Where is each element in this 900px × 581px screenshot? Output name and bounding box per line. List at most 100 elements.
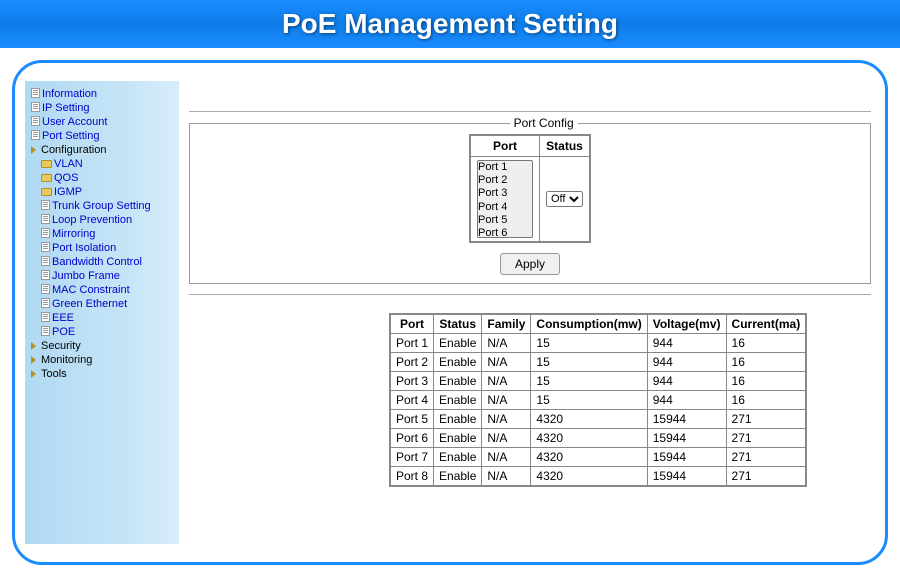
document-icon (31, 88, 40, 98)
sidebar-item-qos[interactable]: QOS (29, 171, 175, 185)
table-cell: 944 (647, 391, 726, 410)
table-cell: 16 (726, 353, 806, 372)
config-wrap: Port Status Port 1Port 2Port 3Port 4Port… (190, 134, 870, 243)
port-option[interactable]: Port 1 (478, 161, 532, 174)
sidebar-item-port-setting[interactable]: Port Setting (29, 129, 175, 143)
sidebar-item-loop-prevention[interactable]: Loop Prevention (29, 213, 175, 227)
sidebar-item-label: Port Setting (42, 130, 99, 142)
sidebar-item-trunk-group-setting[interactable]: Trunk Group Setting (29, 199, 175, 213)
sidebar-item-tools[interactable]: Tools (29, 367, 175, 381)
document-icon (41, 214, 50, 224)
cfg-port-header: Port (470, 135, 540, 157)
expand-icon (31, 370, 36, 378)
table-cell: 15 (531, 353, 647, 372)
sidebar-item-ip-setting[interactable]: IP Setting (29, 101, 175, 115)
expand-icon (31, 356, 36, 364)
table-cell: 15 (531, 372, 647, 391)
sidebar-item-label: Green Ethernet (52, 298, 127, 310)
status-select[interactable]: Off (546, 191, 583, 207)
table-cell: Enable (434, 353, 482, 372)
document-icon (41, 200, 50, 210)
sidebar-item-poe[interactable]: POE (29, 325, 175, 339)
sidebar-item-igmp[interactable]: IGMP (29, 185, 175, 199)
sidebar-item-label: Security (41, 340, 81, 352)
table-cell: Enable (434, 429, 482, 448)
data-table-header: Family (482, 314, 531, 334)
sidebar-item-user-account[interactable]: User Account (29, 115, 175, 129)
document-icon (41, 242, 50, 252)
sidebar-item-label: Jumbo Frame (52, 270, 120, 282)
table-cell: Enable (434, 334, 482, 353)
sidebar-item-label: Loop Prevention (52, 214, 132, 226)
port-option[interactable]: Port 3 (478, 187, 532, 200)
port-list-select[interactable]: Port 1Port 2Port 3Port 4Port 5Port 6 (477, 160, 533, 238)
sidebar-item-monitoring[interactable]: Monitoring (29, 353, 175, 367)
sidebar-item-security[interactable]: Security (29, 339, 175, 353)
folder-icon (41, 174, 52, 182)
sidebar-item-label: Configuration (41, 144, 106, 156)
sidebar-item-label: Monitoring (41, 354, 92, 366)
page-header: PoE Management Setting (0, 0, 900, 48)
table-cell: N/A (482, 372, 531, 391)
document-icon (41, 284, 50, 294)
config-table: Port Status Port 1Port 2Port 3Port 4Port… (469, 134, 591, 243)
table-cell: N/A (482, 448, 531, 467)
table-cell: Port 4 (390, 391, 434, 410)
table-row: Port 5EnableN/A432015944271 (390, 410, 806, 429)
page-title: PoE Management Setting (282, 8, 618, 39)
port-option[interactable]: Port 2 (478, 174, 532, 187)
table-cell: 4320 (531, 448, 647, 467)
table-cell: 16 (726, 391, 806, 410)
table-cell: 944 (647, 353, 726, 372)
sidebar-item-label: POE (52, 326, 75, 338)
document-icon (41, 228, 50, 238)
sidebar-item-configuration[interactable]: Configuration (29, 143, 175, 157)
poe-data-table: PortStatusFamilyConsumption(mw)Voltage(m… (389, 313, 807, 487)
sidebar-item-mirroring[interactable]: Mirroring (29, 227, 175, 241)
sidebar-item-bandwidth-control[interactable]: Bandwidth Control (29, 255, 175, 269)
sidebar-item-green-ethernet[interactable]: Green Ethernet (29, 297, 175, 311)
sidebar-item-label: EEE (52, 312, 74, 324)
table-cell: Port 2 (390, 353, 434, 372)
main-content: Port Config Port Status Port 1Port 2Port… (179, 81, 871, 544)
document-icon (41, 312, 50, 322)
sidebar-item-label: Trunk Group Setting (52, 200, 151, 212)
table-cell: Port 5 (390, 410, 434, 429)
table-cell: 16 (726, 334, 806, 353)
table-cell: 15944 (647, 410, 726, 429)
sidebar-item-jumbo-frame[interactable]: Jumbo Frame (29, 269, 175, 283)
port-option[interactable]: Port 5 (478, 214, 532, 227)
data-table-header: Consumption(mw) (531, 314, 647, 334)
sidebar-item-vlan[interactable]: VLAN (29, 157, 175, 171)
document-icon (41, 326, 50, 336)
table-row: Port 8EnableN/A432015944271 (390, 467, 806, 487)
sidebar-item-information[interactable]: Information (29, 87, 175, 101)
table-cell: 16 (726, 372, 806, 391)
table-cell: Port 3 (390, 372, 434, 391)
port-option[interactable]: Port 6 (478, 227, 532, 238)
table-cell: 944 (647, 372, 726, 391)
table-cell: 4320 (531, 467, 647, 487)
table-cell: Enable (434, 448, 482, 467)
sidebar-item-port-isolation[interactable]: Port Isolation (29, 241, 175, 255)
table-cell: 15944 (647, 429, 726, 448)
table-cell: Enable (434, 391, 482, 410)
sidebar-item-eee[interactable]: EEE (29, 311, 175, 325)
apply-button[interactable]: Apply (500, 253, 560, 275)
table-cell: 15944 (647, 448, 726, 467)
table-cell: 271 (726, 448, 806, 467)
sidebar-item-mac-constraint[interactable]: MAC Constraint (29, 283, 175, 297)
table-row: Port 7EnableN/A432015944271 (390, 448, 806, 467)
main-frame: InformationIP SettingUser Account Port Se… (12, 60, 888, 565)
table-row: Port 2EnableN/A1594416 (390, 353, 806, 372)
folder-icon (41, 160, 52, 168)
sidebar-item-label: User Account (42, 116, 107, 128)
port-option[interactable]: Port 4 (478, 201, 532, 214)
sidebar-item-label: VLAN (54, 158, 83, 170)
divider (189, 111, 871, 112)
table-cell: 4320 (531, 429, 647, 448)
table-cell: 271 (726, 410, 806, 429)
sidebar-item-label: QOS (54, 172, 78, 184)
sidebar-item-label: Information (42, 88, 97, 100)
table-cell: Enable (434, 410, 482, 429)
